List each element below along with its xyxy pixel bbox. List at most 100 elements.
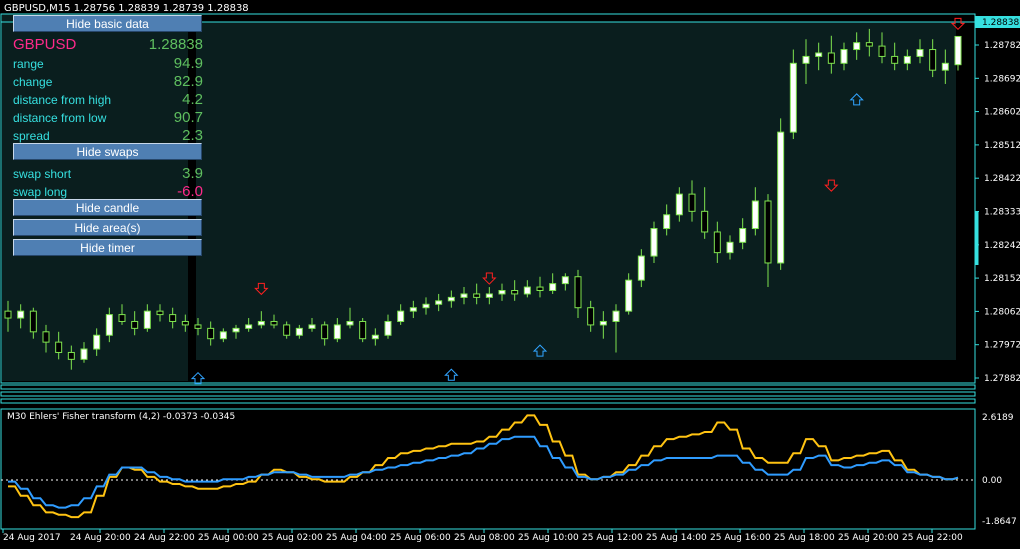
price-tick-label: 1.28152 bbox=[984, 274, 1020, 284]
chart-title: GBPUSD,M15 1.28756 1.28839 1.28739 1.288… bbox=[4, 3, 249, 14]
symbol-price: 1.28838 bbox=[148, 36, 203, 53]
candle-body bbox=[257, 320, 265, 326]
candle-body bbox=[67, 351, 75, 360]
session-area-2 bbox=[196, 22, 956, 360]
hide-candle-button[interactable]: Hide candle bbox=[13, 199, 202, 216]
candle-body bbox=[954, 35, 962, 66]
info-label: spread bbox=[13, 129, 50, 143]
candle-body bbox=[865, 42, 873, 47]
indicator-axis-bottom: -1.8647 bbox=[982, 517, 1017, 527]
indicator-axis-zero: 0.00 bbox=[982, 476, 1002, 486]
candle-body bbox=[93, 334, 101, 350]
candle-body bbox=[55, 341, 63, 353]
time-tick-label: 24 Aug 20:00 bbox=[70, 533, 131, 543]
candle-body bbox=[498, 290, 506, 295]
candle-body bbox=[815, 52, 823, 57]
time-tick-label: 25 Aug 08:00 bbox=[454, 533, 515, 543]
candle-body bbox=[574, 276, 582, 309]
info-value: 82.9 bbox=[173, 73, 203, 90]
price-tick-label: 1.28333 bbox=[984, 208, 1020, 218]
candle-body bbox=[447, 296, 455, 302]
candle-body bbox=[321, 324, 329, 340]
candle-body bbox=[675, 193, 683, 216]
candle-body bbox=[903, 55, 911, 64]
info-value: 4.2 bbox=[182, 91, 203, 108]
info-label: swap long bbox=[13, 185, 68, 199]
info-label: range bbox=[13, 57, 44, 71]
info-label: swap short bbox=[13, 167, 72, 181]
candle-body bbox=[105, 314, 113, 336]
candle-body bbox=[587, 307, 595, 326]
candle-body bbox=[4, 310, 12, 319]
time-tick-label: 25 Aug 04:00 bbox=[326, 533, 387, 543]
candle-body bbox=[713, 231, 721, 254]
price-tick-label: 1.27882 bbox=[984, 374, 1020, 384]
candle-body bbox=[612, 310, 620, 322]
candle-body bbox=[536, 286, 544, 291]
candle-body bbox=[739, 228, 747, 243]
hide-swaps-button[interactable]: Hide swaps bbox=[13, 143, 202, 160]
info-row-distance-low: distance from low 90.7 bbox=[13, 109, 203, 128]
price-tick-label: 1.28062 bbox=[984, 307, 1020, 317]
time-tick-label: 25 Aug 00:00 bbox=[198, 533, 259, 543]
candle-body bbox=[207, 327, 215, 340]
candle-body bbox=[29, 310, 37, 333]
time-tick-label: 25 Aug 16:00 bbox=[710, 533, 771, 543]
candle-body bbox=[181, 320, 189, 326]
time-tick-label: 25 Aug 14:00 bbox=[646, 533, 707, 543]
candle-body bbox=[270, 320, 278, 326]
current-price-label: 1.28838 bbox=[982, 18, 1019, 28]
candle-body bbox=[156, 310, 164, 316]
candle-body bbox=[143, 310, 151, 329]
price-tick-label: 1.28692 bbox=[984, 74, 1020, 84]
price-tick-label: 1.28422 bbox=[984, 174, 1020, 184]
candle-body bbox=[523, 286, 531, 295]
candle-body bbox=[169, 314, 177, 322]
candle-body bbox=[650, 228, 658, 257]
candle-body bbox=[599, 320, 607, 326]
candle-body bbox=[80, 348, 88, 360]
candle-body bbox=[17, 310, 25, 319]
hide-timer-button[interactable]: Hide timer bbox=[13, 239, 202, 256]
time-tick-label: 25 Aug 22:00 bbox=[902, 533, 963, 543]
info-value: 3.9 bbox=[182, 165, 203, 182]
price-tick-label: 1.28782 bbox=[984, 41, 1020, 51]
candle-body bbox=[878, 45, 886, 57]
candle-body bbox=[637, 255, 645, 281]
candle-body bbox=[751, 200, 759, 230]
candle-body bbox=[549, 283, 557, 292]
candle-body bbox=[840, 49, 848, 64]
hide-basic-data-button[interactable]: Hide basic data bbox=[13, 15, 202, 32]
candle-body bbox=[891, 55, 899, 64]
candle-body bbox=[663, 214, 671, 230]
info-row-range: range 94.9 bbox=[13, 55, 203, 74]
info-value: 90.7 bbox=[173, 109, 203, 126]
indicator-axis-top: 2.6189 bbox=[982, 413, 1014, 423]
candle-body bbox=[435, 300, 443, 305]
candle-body bbox=[485, 293, 493, 298]
candle-body bbox=[131, 320, 139, 329]
price-tick-label: 1.28602 bbox=[984, 108, 1020, 118]
time-tick-label: 25 Aug 06:00 bbox=[390, 533, 451, 543]
candle-body bbox=[219, 331, 227, 340]
candle-body bbox=[688, 193, 696, 212]
candle-body bbox=[42, 331, 50, 343]
candle-body bbox=[333, 324, 341, 340]
candle-body bbox=[789, 62, 797, 133]
hide-areas-button[interactable]: Hide area(s) bbox=[13, 219, 202, 236]
time-tick-label: 25 Aug 12:00 bbox=[582, 533, 643, 543]
price-tick-label: 1.28242 bbox=[984, 241, 1020, 251]
candle-body bbox=[625, 279, 633, 312]
candle-body bbox=[941, 62, 949, 71]
price-tick-label: 1.28512 bbox=[984, 141, 1020, 151]
price-tick-label: 1.27972 bbox=[984, 341, 1020, 351]
candle-body bbox=[359, 320, 367, 340]
candle-body bbox=[295, 327, 303, 336]
candle-body bbox=[929, 49, 937, 71]
candle-body bbox=[701, 210, 709, 233]
candle-body bbox=[802, 55, 810, 64]
candle-body bbox=[118, 314, 126, 322]
candle-body bbox=[511, 290, 519, 295]
symbol-name: GBPUSD bbox=[13, 36, 77, 53]
candle-body bbox=[397, 310, 405, 322]
